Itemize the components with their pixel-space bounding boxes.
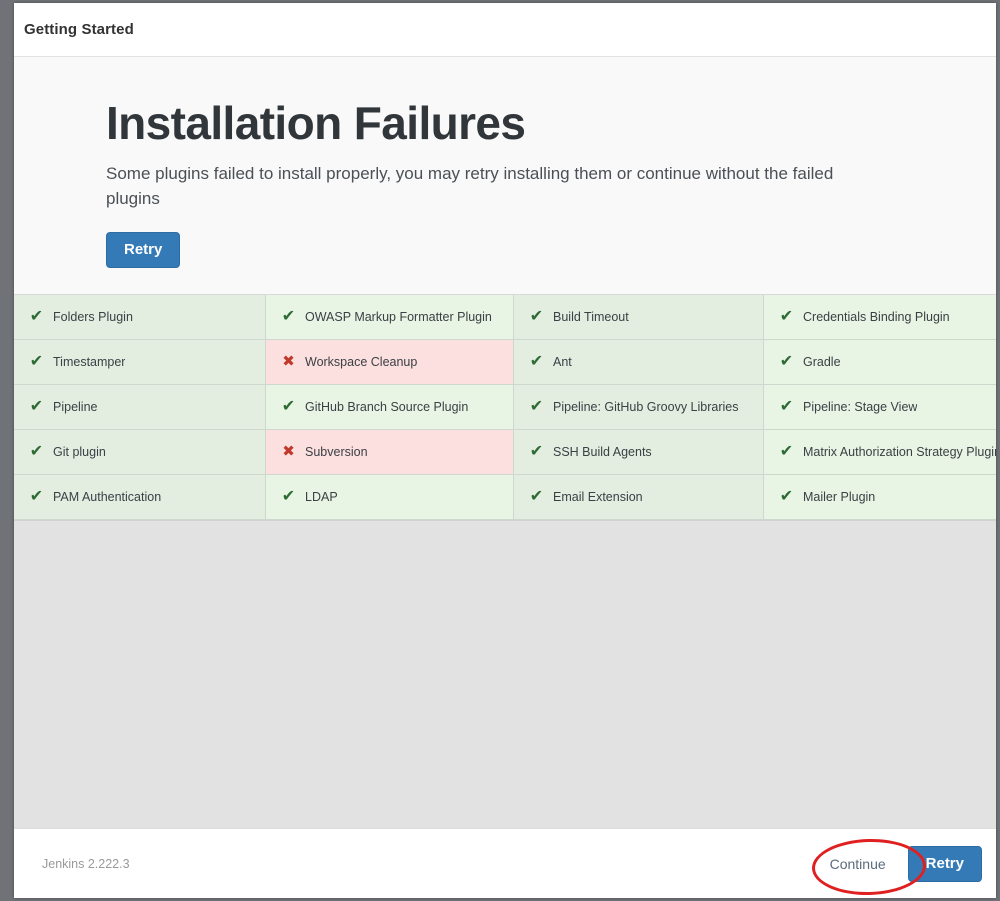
plugin-name-label: Credentials Binding Plugin bbox=[803, 309, 950, 324]
plugin-cell: ✔ PAM Authentication bbox=[14, 474, 266, 520]
wizard-footer-bar: Jenkins 2.222.3 Continue Retry bbox=[14, 828, 996, 898]
installation-failures-panel: Installation Failures Some plugins faile… bbox=[14, 57, 996, 295]
retry-button-top[interactable]: Retry bbox=[106, 231, 181, 268]
page-subtitle: Some plugins failed to install properly,… bbox=[106, 164, 834, 209]
plugin-cell: ✔ Timestamper bbox=[14, 339, 266, 385]
plugin-cell: ✖ Workspace Cleanup bbox=[266, 339, 514, 385]
check-icon: ✔ bbox=[29, 307, 44, 325]
check-icon: ✔ bbox=[29, 487, 44, 505]
plugin-cell: ✔ GitHub Branch Source Plugin bbox=[266, 384, 514, 430]
plugin-cell: ✔ Credentials Binding Plugin bbox=[764, 294, 996, 340]
plugin-name-label: Ant bbox=[553, 354, 572, 369]
plugin-cell: ✔ Gradle bbox=[764, 339, 996, 385]
plugin-name-label: Matrix Authorization Strategy Plugin bbox=[803, 444, 996, 459]
plugin-cell: ✔ Mailer Plugin bbox=[764, 474, 996, 520]
plugin-name-label: LDAP bbox=[305, 489, 338, 504]
plugin-cell: ✔ Pipeline: GitHub Groovy Libraries bbox=[514, 384, 764, 430]
check-icon: ✔ bbox=[529, 352, 544, 370]
plugin-name-label: Git plugin bbox=[53, 444, 106, 459]
plugin-name-label: Workspace Cleanup bbox=[305, 354, 418, 369]
plugin-name-label: Gradle bbox=[803, 354, 841, 369]
plugin-cell: ✔ Git plugin bbox=[14, 429, 266, 475]
plugin-name-label: GitHub Branch Source Plugin bbox=[305, 399, 469, 414]
footer-actions: Continue Retry bbox=[812, 845, 982, 882]
check-icon: ✔ bbox=[779, 397, 794, 415]
cross-icon: ✖ bbox=[282, 353, 295, 371]
wizard-content-region: Installation Failures Some plugins faile… bbox=[14, 57, 996, 828]
check-icon: ✔ bbox=[529, 307, 544, 325]
plugin-name-label: Folders Plugin bbox=[53, 309, 133, 324]
plugin-cell: ✔ Folders Plugin bbox=[14, 294, 266, 340]
plugin-cell: ✖ Subversion bbox=[266, 429, 514, 475]
check-icon: ✔ bbox=[29, 442, 44, 460]
installation-failures-inner: Installation Failures Some plugins faile… bbox=[14, 99, 996, 294]
plugin-name-label: Pipeline: Stage View bbox=[803, 399, 918, 414]
check-icon: ✔ bbox=[281, 397, 296, 415]
plugin-name-label: Email Extension bbox=[553, 489, 643, 504]
check-icon: ✔ bbox=[281, 487, 296, 505]
page-title-bar-label: Getting Started bbox=[24, 21, 134, 38]
check-icon: ✔ bbox=[529, 442, 544, 460]
check-icon: ✔ bbox=[281, 307, 296, 325]
plugin-name-label: Subversion bbox=[305, 444, 368, 459]
plugin-name-label: Timestamper bbox=[53, 354, 126, 369]
plugin-cell: ✔ Pipeline: Stage View bbox=[764, 384, 996, 430]
check-icon: ✔ bbox=[29, 397, 44, 415]
plugin-cell: ✔ Matrix Authorization Strategy Plugin bbox=[764, 429, 996, 475]
check-icon: ✔ bbox=[529, 397, 544, 415]
plugin-name-label: Build Timeout bbox=[553, 309, 629, 324]
plugin-cell: ✔ OWASP Markup Formatter Plugin bbox=[266, 294, 514, 340]
plugin-name-label: Mailer Plugin bbox=[803, 489, 876, 504]
plugin-status-grid: ✔ Folders Plugin ✔ OWASP Markup Formatter P… bbox=[14, 294, 996, 521]
plugin-name-label: Pipeline: GitHub Groovy Libraries bbox=[553, 399, 739, 414]
plugin-cell: ✔ Ant bbox=[514, 339, 764, 385]
plugin-cell: ✔ Email Extension bbox=[514, 474, 764, 520]
plugin-cell: ✔ LDAP bbox=[266, 474, 514, 520]
window-title-bar: Getting Started bbox=[14, 3, 996, 57]
plugin-name-label: Pipeline bbox=[53, 399, 98, 414]
plugin-name-label: SSH Build Agents bbox=[553, 444, 652, 459]
cross-icon: ✖ bbox=[282, 443, 295, 461]
continue-link[interactable]: Continue bbox=[812, 846, 908, 882]
jenkins-version-label: Jenkins 2.222.3 bbox=[42, 856, 130, 871]
retry-button-footer[interactable]: Retry bbox=[907, 845, 982, 882]
plugin-cell: ✔ SSH Build Agents bbox=[514, 429, 764, 475]
check-icon: ✔ bbox=[529, 487, 544, 505]
plugin-cell: ✔ Build Timeout bbox=[514, 294, 764, 340]
plugin-name-label: OWASP Markup Formatter Plugin bbox=[305, 309, 492, 324]
page-title: Installation Failures bbox=[106, 97, 526, 149]
empty-space-below-grid bbox=[14, 520, 996, 828]
setup-wizard-window: Getting Started Installation Failures So… bbox=[14, 3, 996, 898]
check-icon: ✔ bbox=[779, 487, 794, 505]
check-icon: ✔ bbox=[779, 352, 794, 370]
check-icon: ✔ bbox=[779, 307, 794, 325]
plugin-cell: ✔ Pipeline bbox=[14, 384, 266, 430]
plugin-name-label: PAM Authentication bbox=[53, 489, 162, 504]
check-icon: ✔ bbox=[779, 442, 794, 460]
check-icon: ✔ bbox=[29, 352, 44, 370]
